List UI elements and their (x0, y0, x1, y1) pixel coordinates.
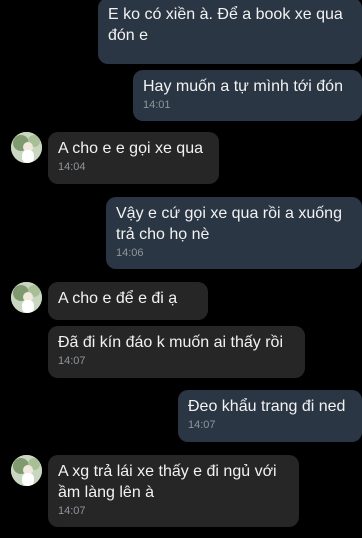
message-text: A cho e để e đi ạ (58, 290, 178, 307)
message-text: A xg trả lái xe thấy e đi ngủ với ầm làn… (58, 463, 282, 501)
message-timestamp: 14:07 (188, 419, 216, 431)
message-text: Hay muốn a tự mình tới đón (143, 78, 343, 95)
message-text: Đã đi kín đáo k muốn ai thấy rồi (58, 334, 284, 351)
message-bubble-outgoing[interactable]: Hay muốn a tự mình tới đón 14:01 (133, 70, 362, 121)
message-text: E ko có xiền à. Để a book xe qua đón e (108, 6, 348, 44)
message-bubble-incoming[interactable]: A xg trả lái xe thấy e đi ngủ với ầm làn… (48, 455, 299, 527)
message-bubble-incoming[interactable]: Đã đi kín đáo k muốn ai thấy rồi 14:07 (48, 326, 305, 378)
message-bubble-outgoing[interactable]: Vậy e cứ gọi xe qua rồi a xuống trả cho … (106, 197, 362, 269)
message-text: Vậy e cứ gọi xe qua rồi a xuống trả cho … (116, 205, 347, 243)
avatar-icon (11, 455, 42, 486)
message-bubble-incoming[interactable]: A cho e để e đi ạ (48, 282, 208, 320)
message-timestamp: 14:06 (116, 247, 144, 259)
avatar-icon (11, 282, 42, 313)
message-bubble-outgoing[interactable]: E ko có xiền à. Để a book xe qua đón e (98, 0, 362, 64)
message-timestamp: 14:07 (58, 505, 86, 517)
message-text: Đeo khẩu trang đi ned (188, 398, 346, 415)
message-timestamp: 14:01 (143, 99, 171, 111)
contact-avatar[interactable] (11, 132, 42, 163)
contact-avatar[interactable] (11, 455, 42, 486)
message-timestamp: 14:04 (58, 161, 86, 173)
message-bubble-incoming[interactable]: A cho e e gọi xe qua 14:04 (48, 132, 219, 184)
message-bubble-outgoing[interactable]: Đeo khẩu trang đi ned 14:07 (178, 390, 362, 442)
avatar-icon (11, 132, 42, 163)
message-text: A cho e e gọi xe qua (58, 140, 203, 157)
message-timestamp: 14:07 (58, 355, 86, 367)
contact-avatar[interactable] (11, 282, 42, 313)
